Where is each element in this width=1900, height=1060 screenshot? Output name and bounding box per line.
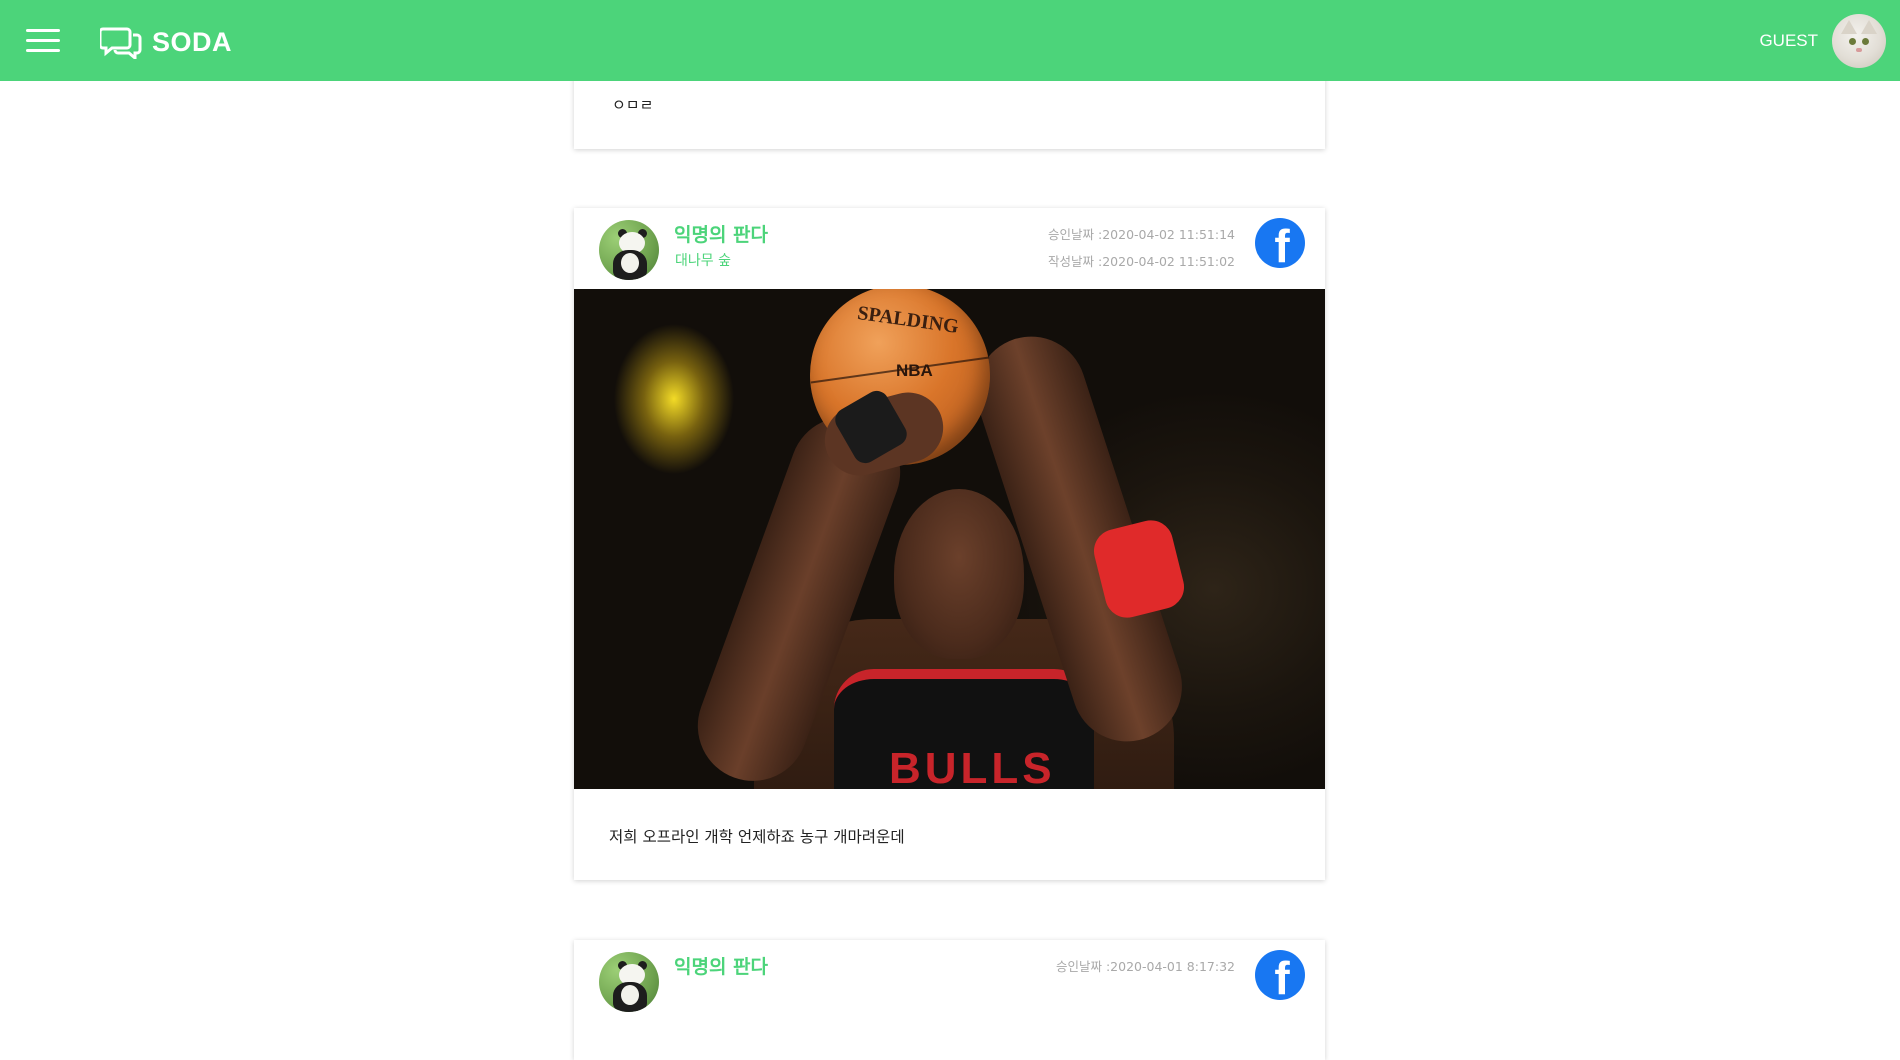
post-body-text: 저희 오프라인 개학 언제하죠 농구 개마려운데 [609,828,905,846]
facebook-icon[interactable]: f [1255,218,1305,268]
top-navigation-bar: SODA GUEST [0,0,1900,81]
post-header: 익명의 판다 대나무 숲 승인날짜 :2020-04-02 11:51:14 작… [574,208,1325,289]
post-dates: 승인날짜 :2020-04-01 8:17:32 [1056,953,1235,980]
hamburger-icon[interactable] [26,29,60,53]
post-header: 익명의 판다 승인날짜 :2020-04-01 8:17:32 f [574,940,1325,1021]
post-body-text: ㅇㅁㄹ [612,96,654,114]
post-author[interactable]: 익명의 판다 [674,220,768,247]
user-name: GUEST [1759,31,1818,50]
panda-avatar[interactable] [599,220,659,280]
ball-league-text: NBA [896,361,933,380]
facebook-icon[interactable]: f [1255,950,1305,1000]
chat-bubbles-icon [100,27,142,59]
jersey-text: BULLS [889,744,1056,789]
approved-date: 승인날짜 :2020-04-01 8:17:32 [1056,959,1235,974]
post-board[interactable]: 대나무 숲 [675,250,731,270]
app-name: SODA [152,26,233,57]
post-image: BULLS SPALDING NBA [574,289,1325,789]
post-dates: 승인날짜 :2020-04-02 11:51:14 작성날짜 :2020-04-… [1048,221,1235,275]
user-area[interactable]: GUEST [1759,14,1886,68]
written-date: 작성날짜 :2020-04-02 11:51:02 [1048,254,1235,269]
post-card: 익명의 판다 승인날짜 :2020-04-01 8:17:32 f [574,940,1325,1060]
post-card: 익명의 판다 대나무 숲 승인날짜 :2020-04-02 11:51:14 작… [574,208,1325,880]
panda-avatar[interactable] [599,952,659,1012]
avatar[interactable] [1832,14,1886,68]
app-logo[interactable]: SODA [100,22,232,62]
post-author[interactable]: 익명의 판다 [674,952,768,979]
approved-date: 승인날짜 :2020-04-02 11:51:14 [1048,227,1235,242]
